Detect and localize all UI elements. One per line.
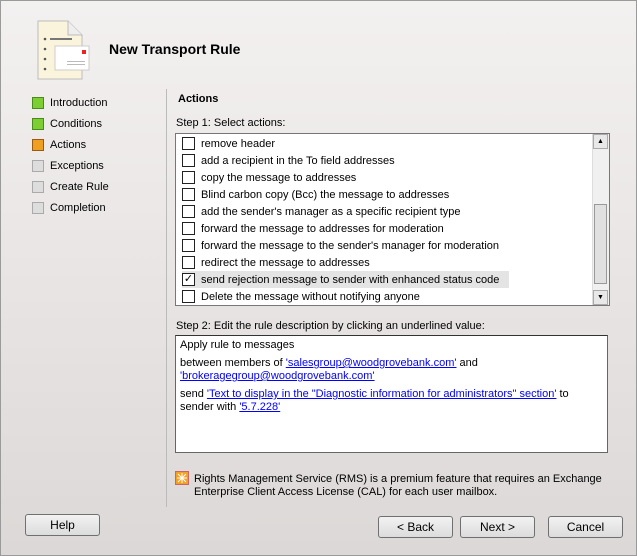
nav-item-label: Completion — [50, 202, 106, 214]
step-status-icon — [32, 181, 44, 193]
scroll-thumb[interactable] — [594, 204, 607, 284]
rule-description: Apply rule to messages between members o… — [175, 335, 608, 453]
nav-item-create-rule: Create Rule — [32, 180, 109, 194]
step-status-icon — [32, 202, 44, 214]
action-item[interactable]: copy the message to addresses — [182, 169, 356, 186]
nav-item-actions: Actions — [32, 138, 86, 152]
actions-scrollbar[interactable]: ▲ ▼ — [592, 134, 609, 305]
cancel-button[interactable]: Cancel — [548, 516, 623, 538]
action-label: forward the message to addresses for mod… — [201, 222, 444, 235]
action-label: add the sender's manager as a specific r… — [201, 205, 461, 218]
step1-label: Step 1: Select actions: — [176, 117, 286, 129]
next-button[interactable]: Next > — [460, 516, 535, 538]
action-label: Blind carbon copy (Bcc) the message to a… — [201, 188, 450, 201]
scroll-up-arrow-icon[interactable]: ▲ — [593, 134, 608, 149]
status-code-link[interactable]: '5.7.228' — [239, 401, 280, 413]
action-label: send rejection message to sender with en… — [201, 273, 500, 286]
action-item[interactable]: forward the message to addresses for mod… — [182, 220, 444, 237]
group1-link[interactable]: 'salesgroup@woodgrovebank.com' — [286, 357, 457, 369]
action-checkbox[interactable] — [182, 290, 195, 303]
action-label: copy the message to addresses — [201, 171, 357, 184]
action-item[interactable]: Delete the message without notifying any… — [182, 288, 420, 305]
rms-note: Rights Management Service (RMS) is a pre… — [194, 473, 602, 498]
action-checkbox[interactable] — [182, 154, 195, 167]
action-item[interactable]: add the sender's manager as a specific r… — [182, 203, 461, 220]
action-checkbox[interactable]: ✓ — [182, 273, 195, 286]
wizard-title: New Transport Rule — [109, 41, 241, 57]
help-button[interactable]: Help — [25, 514, 100, 536]
nav-item-completion: Completion — [32, 201, 106, 215]
section-heading: Actions — [178, 93, 219, 105]
action-checkbox[interactable] — [182, 222, 195, 235]
action-label: forward the message to the sender's mana… — [201, 239, 500, 252]
action-label: add a recipient in the To field addresse… — [201, 154, 395, 167]
new-transport-rule-wizard: New Transport Rule Introduction Condition… — [0, 0, 637, 556]
rms-icon — [175, 471, 189, 485]
nav-item-exceptions: Exceptions — [32, 159, 104, 173]
action-item[interactable]: Blind carbon copy (Bcc) the message to a… — [182, 186, 449, 203]
desc-between: between members of — [180, 357, 286, 369]
action-label: remove header — [201, 137, 275, 150]
step-status-icon — [32, 139, 44, 151]
action-item[interactable]: ✓ send rejection message to sender with e… — [182, 271, 510, 288]
scroll-down-arrow-icon[interactable]: ▼ — [593, 290, 608, 305]
step-status-icon — [32, 97, 44, 109]
divider — [166, 89, 167, 507]
step-status-icon — [32, 118, 44, 130]
actions-list[interactable]: remove header add a recipient in the To f… — [175, 133, 610, 306]
action-label: Delete the message without notifying any… — [201, 290, 420, 303]
nav-item-conditions: Conditions — [32, 117, 102, 131]
step-status-icon — [32, 160, 44, 172]
desc-and: and — [456, 357, 478, 369]
transport-rule-icon — [37, 20, 90, 80]
action-checkbox[interactable] — [182, 137, 195, 150]
action-item[interactable]: forward the message to the sender's mana… — [182, 237, 499, 254]
action-checkbox[interactable] — [182, 256, 195, 269]
action-checkbox[interactable] — [182, 239, 195, 252]
nav-item-label: Exceptions — [50, 160, 104, 172]
nav-item-label: Create Rule — [50, 181, 109, 193]
step2-label: Step 2: Edit the rule description by cli… — [176, 320, 485, 332]
action-label: redirect the message to addresses — [201, 256, 370, 269]
action-checkbox[interactable] — [182, 205, 195, 218]
action-checkbox[interactable] — [182, 171, 195, 184]
desc-send: send — [180, 388, 207, 400]
desc-line1: Apply rule to messages — [180, 339, 295, 351]
back-button[interactable]: < Back — [378, 516, 453, 538]
nav-item-introduction: Introduction — [32, 96, 107, 110]
nav-item-label: Actions — [50, 139, 87, 151]
group2-link[interactable]: 'brokeragegroup@woodgrovebank.com' — [180, 370, 375, 382]
action-item[interactable]: add a recipient in the To field addresse… — [182, 152, 395, 169]
nav-item-label: Conditions — [50, 118, 102, 130]
action-item[interactable]: redirect the message to addresses — [182, 254, 370, 271]
nav-item-label: Introduction — [50, 97, 108, 109]
action-checkbox[interactable] — [182, 188, 195, 201]
rejection-text-link[interactable]: 'Text to display in the "Diagnostic info… — [207, 388, 557, 400]
action-item[interactable]: remove header — [182, 135, 275, 152]
